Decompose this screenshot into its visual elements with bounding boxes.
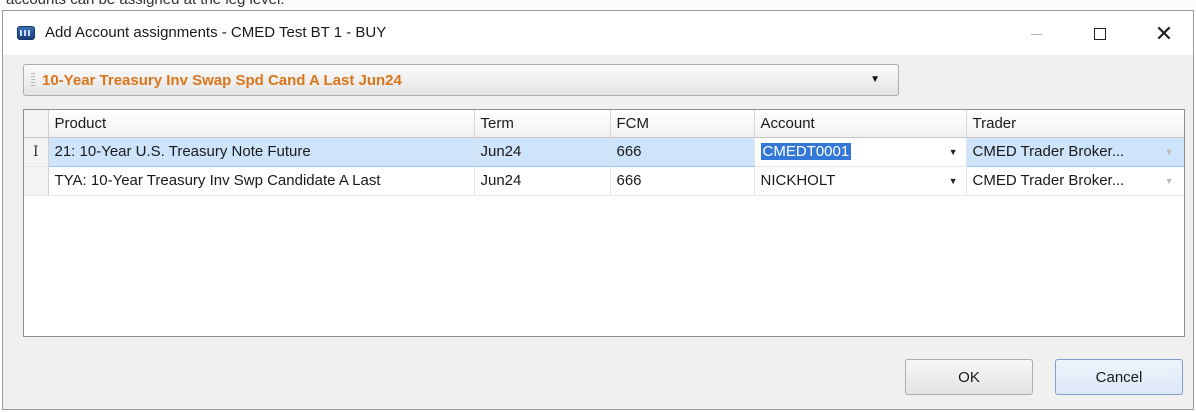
strategy-dropdown-value: 10-Year Treasury Inv Swap Spd Cand A Las…: [42, 72, 402, 89]
row-marker: [24, 166, 49, 196]
account-value: NICKHOLT: [760, 172, 836, 189]
minimize-button[interactable]: [1013, 19, 1059, 49]
account-cell[interactable]: NICKHOLT ▼: [754, 166, 967, 196]
background-caption: accounts can be assigned at the leg leve…: [6, 0, 285, 8]
trader-value: CMED Trader Broker...: [972, 143, 1125, 160]
product-cell[interactable]: 21: 10-Year U.S. Treasury Note Future: [47, 136, 475, 167]
column-header-term[interactable]: Term: [474, 110, 611, 138]
column-header-account[interactable]: Account: [754, 110, 967, 138]
close-button[interactable]: ✕: [1141, 19, 1187, 49]
row-marker: I: [24, 137, 49, 167]
table-row[interactable]: TYA: 10-Year Treasury Inv Swp Candidate …: [24, 166, 1184, 196]
account-input[interactable]: CMEDT0001: [760, 143, 852, 160]
assignments-grid: Product Term FCM Account Trader I 21: 10…: [23, 109, 1185, 337]
chevron-down-icon[interactable]: ▼: [870, 74, 880, 85]
maximize-icon: [1094, 28, 1106, 40]
strategy-dropdown[interactable]: 10-Year Treasury Inv Swap Spd Cand A Las…: [23, 64, 899, 96]
chevron-down-icon[interactable]: ▼: [949, 176, 958, 186]
fcm-cell[interactable]: 666: [610, 166, 755, 196]
window-title: Add Account assignments - CMED Test BT 1…: [45, 24, 387, 41]
column-header-product[interactable]: Product: [48, 110, 475, 138]
dialog-window: Add Account assignments - CMED Test BT 1…: [2, 10, 1194, 410]
chevron-down-icon[interactable]: ▼: [1165, 147, 1174, 157]
chevron-down-icon[interactable]: ▼: [1165, 176, 1174, 186]
maximize-button[interactable]: [1077, 19, 1123, 49]
cancel-button[interactable]: Cancel: [1055, 359, 1183, 395]
trader-value: CMED Trader Broker...: [972, 172, 1125, 189]
trader-cell[interactable]: CMED Trader Broker... ▼: [966, 166, 1184, 196]
ok-button[interactable]: OK: [905, 359, 1033, 395]
term-cell[interactable]: Jun24: [474, 166, 611, 196]
title-bar: Add Account assignments - CMED Test BT 1…: [3, 11, 1193, 55]
close-icon: ✕: [1154, 21, 1174, 46]
trader-cell[interactable]: CMED Trader Broker... ▼: [966, 136, 1184, 167]
app-icon: [17, 26, 35, 40]
header-row: Product Term FCM Account Trader: [24, 110, 1184, 138]
account-cell[interactable]: CMEDT0001 ▼: [754, 136, 967, 167]
column-header-fcm[interactable]: FCM: [610, 110, 755, 138]
table-row[interactable]: I 21: 10-Year U.S. Treasury Note Future …: [24, 136, 1184, 167]
term-cell[interactable]: Jun24: [474, 136, 611, 167]
assignments-table: Product Term FCM Account Trader I 21: 10…: [24, 110, 1184, 196]
product-cell[interactable]: TYA: 10-Year Treasury Inv Swp Candidate …: [48, 166, 475, 196]
row-header-corner: [24, 110, 49, 138]
column-header-trader[interactable]: Trader: [966, 110, 1184, 138]
grip-icon: [31, 73, 35, 87]
chevron-down-icon[interactable]: ▼: [949, 147, 958, 157]
fcm-cell[interactable]: 666: [610, 136, 755, 167]
minimize-icon: [1030, 33, 1042, 35]
